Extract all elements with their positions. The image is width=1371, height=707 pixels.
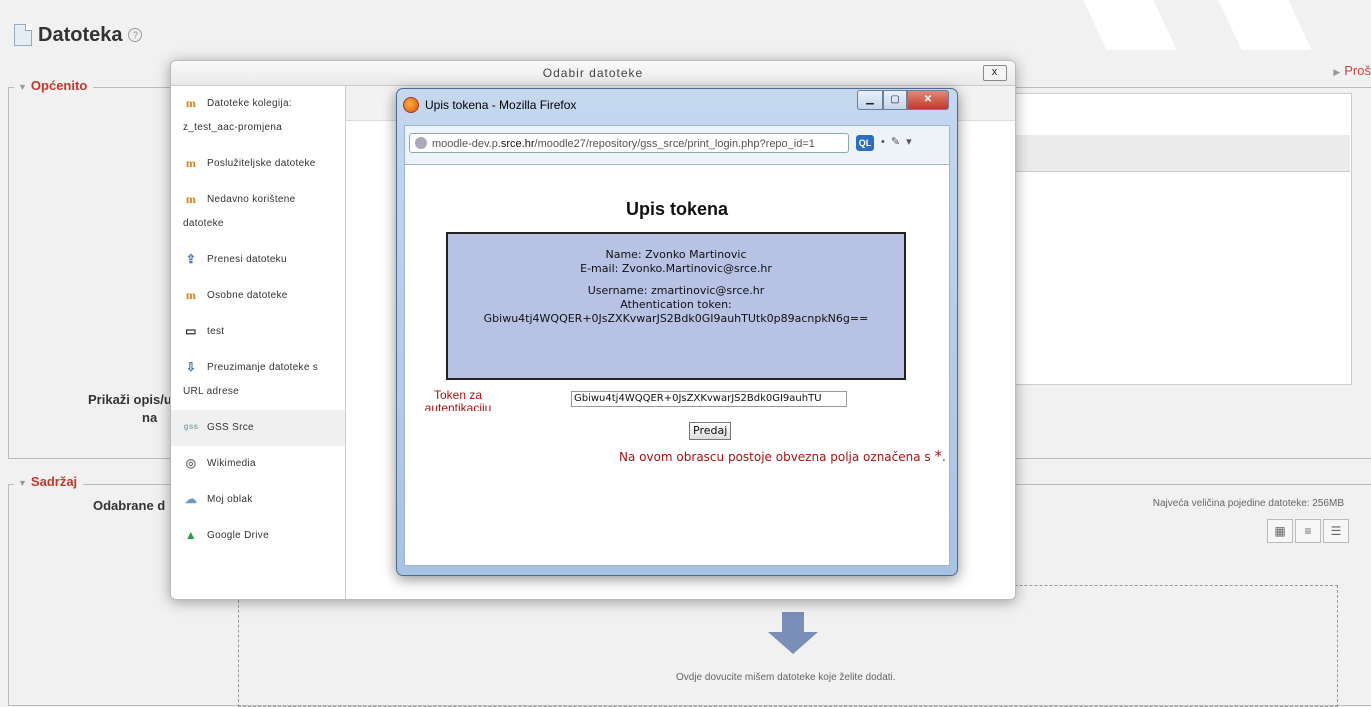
moodle-icon: m <box>185 288 197 303</box>
grid-view-icon[interactable]: ▦ <box>1267 519 1293 543</box>
file-picker-titlebar: Odabir datoteke x <box>171 61 1015 86</box>
user-info-box: Name: Zvonko Martinovic E-mail: Zvonko.M… <box>446 232 906 380</box>
browser-title: Upis tokena - Mozilla Firefox <box>425 98 577 112</box>
repository-label: Wikimedia <box>207 458 256 469</box>
repository-list: m Datoteke kolegija: z_test_aac-promjena m… <box>171 86 346 599</box>
token-caption: Athentication token: <box>620 298 732 311</box>
token-input[interactable]: Gbiwu4tj4WQQER+0JsZXKvwarJS2Bdk0GI9auhTU <box>571 391 847 407</box>
repository-label: Nedavno korištene datoteke <box>183 194 296 229</box>
moodle-icon: m <box>185 156 197 171</box>
gss-icon: gss <box>183 422 199 432</box>
token-value: Gbiwu4tj4WQQER+0JsZXKvwarJS2Bdk0GI9auhTU… <box>483 312 869 325</box>
show-description-label-2: na <box>142 410 158 425</box>
triangle-right-icon: ▶ <box>1333 67 1341 77</box>
tree-view-icon[interactable]: ☰ <box>1323 519 1349 543</box>
repository-label: Poslužiteljske datoteke <box>207 158 316 169</box>
section-general-toggle[interactable]: ▼ Općenito <box>14 78 94 93</box>
ql-badge[interactable]: QL <box>856 135 874 151</box>
url-bar[interactable]: moodle-dev.p.srce.hr/moodle27/repository… <box>409 133 849 153</box>
view-toggle: ▦ ≡ ☰ <box>1267 519 1349 543</box>
firefox-icon <box>403 97 419 113</box>
close-button[interactable]: x <box>983 65 1007 81</box>
user-email: E-mail: Zvonko.Martinovic@srce.hr <box>580 262 772 275</box>
show-description-label: Prikaži opis/u <box>88 392 172 407</box>
repository-item[interactable]: m Datoteke kolegija: z_test_aac-promjena <box>171 86 345 146</box>
section-content-toggle[interactable]: ▼ Sadržaj <box>14 474 84 489</box>
repository-label: GSS Srce <box>207 422 254 433</box>
repository-label: Moj oblak <box>207 494 253 505</box>
window-controls: ▁ ▢ ✕ <box>857 90 949 110</box>
minimize-button[interactable]: ▁ <box>857 90 883 110</box>
google-drive-icon: ▲ <box>184 528 198 543</box>
selected-files-label: Odabrane d <box>93 498 166 513</box>
repository-item[interactable]: ▭ test <box>171 314 345 350</box>
decorative-shape <box>1218 0 1312 50</box>
repository-item[interactable]: ☁ Moj oblak <box>171 482 345 518</box>
repository-label: Preuzimanje datoteke s URL adrese <box>183 362 319 397</box>
required-star: * <box>934 447 942 465</box>
repository-item[interactable]: ⇩ Preuzimanje datoteke s URL adrese <box>171 350 345 410</box>
required-note: Na ovom obrascu postoje obvezna polja oz… <box>619 447 946 465</box>
list-view-icon[interactable]: ≡ <box>1295 519 1321 543</box>
help-icon[interactable]: ? <box>128 28 143 42</box>
required-note-text: Na ovom obrascu postoje obvezna polja oz… <box>619 450 931 464</box>
browser-titlebar: Upis tokena - Mozilla Firefox <box>403 97 576 113</box>
download-icon: ⇩ <box>185 360 197 375</box>
browser-content: Upis tokena Name: Zvonko Martinovic E-ma… <box>404 164 950 566</box>
token-field-label: Token za autentikaciju <box>424 389 492 411</box>
maximize-button[interactable]: ▢ <box>883 90 907 110</box>
decorative-shape <box>1083 0 1177 50</box>
page-title: Datoteka <box>38 23 123 46</box>
drop-hint: Ovdje dovucite mišem datoteke koje želit… <box>676 672 896 683</box>
moodle-icon: m <box>185 96 197 111</box>
expand-all-link[interactable]: ▶ Proš <box>1333 63 1371 78</box>
repository-label: Prenesi datoteku <box>207 254 287 265</box>
repository-item[interactable]: m Poslužiteljske datoteke <box>171 146 345 182</box>
expand-all-label: Proš <box>1344 63 1371 78</box>
repository-item[interactable]: ⇪ Prenesi datoteku <box>171 242 345 278</box>
browser-popup-window: Upis tokena - Mozilla Firefox ▁ ▢ ✕ mood… <box>396 88 958 576</box>
url-host: srce.hr <box>500 138 535 150</box>
submit-button[interactable]: Predaj <box>689 422 732 440</box>
page-header: Datoteka ? <box>14 20 143 50</box>
repository-item[interactable]: ▲ Google Drive <box>171 518 345 554</box>
upload-icon: ⇪ <box>185 252 197 267</box>
folder-icon: ▭ <box>185 324 197 339</box>
file-picker-title: Odabir datoteke <box>542 66 644 80</box>
url-path: /moodle27/repository/gss_srce/print_logi… <box>534 138 815 150</box>
file-icon <box>14 24 32 46</box>
repository-label: Osobne datoteke <box>207 290 288 301</box>
wikimedia-icon: ◎ <box>185 456 197 471</box>
max-file-size: Najveća veličina pojedine datoteke: 256M… <box>1152 498 1344 509</box>
user-username: Username: zmartinovic@srce.hr <box>587 284 765 297</box>
editor-toolbar <box>1010 135 1350 172</box>
required-note-end: . <box>941 450 946 464</box>
repository-label: Google Drive <box>207 530 269 541</box>
moodle-icon: m <box>185 192 197 207</box>
browser-tools[interactable]: •✎▾ <box>881 135 918 148</box>
repository-item[interactable]: ◎ Wikimedia <box>171 446 345 482</box>
cloud-icon: ☁ <box>184 492 198 507</box>
repository-item[interactable]: m Nedavno korištene datoteke <box>171 182 345 242</box>
user-name: Name: Zvonko Martinovic <box>605 248 747 261</box>
repository-label: test <box>207 326 225 337</box>
repository-item[interactable]: gss GSS Srce <box>171 410 345 446</box>
repository-item[interactable]: m Osobne datoteke <box>171 278 345 314</box>
window-close-button[interactable]: ✕ <box>907 90 949 110</box>
url-prefix: moodle-dev.p. <box>432 138 501 150</box>
section-content-label: Sadržaj <box>30 474 78 489</box>
repository-label: Datoteke kolegija: z_test_aac-promjena <box>183 98 292 133</box>
globe-icon <box>415 137 427 149</box>
browser-toolbar: moodle-dev.p.srce.hr/moodle27/repository… <box>404 125 950 165</box>
caret-down-icon: ▼ <box>18 478 27 488</box>
section-general-label: Općenito <box>30 78 88 93</box>
token-heading: Upis tokena <box>625 199 729 219</box>
caret-down-icon: ▼ <box>18 82 27 92</box>
arrow-down-icon <box>768 612 818 662</box>
